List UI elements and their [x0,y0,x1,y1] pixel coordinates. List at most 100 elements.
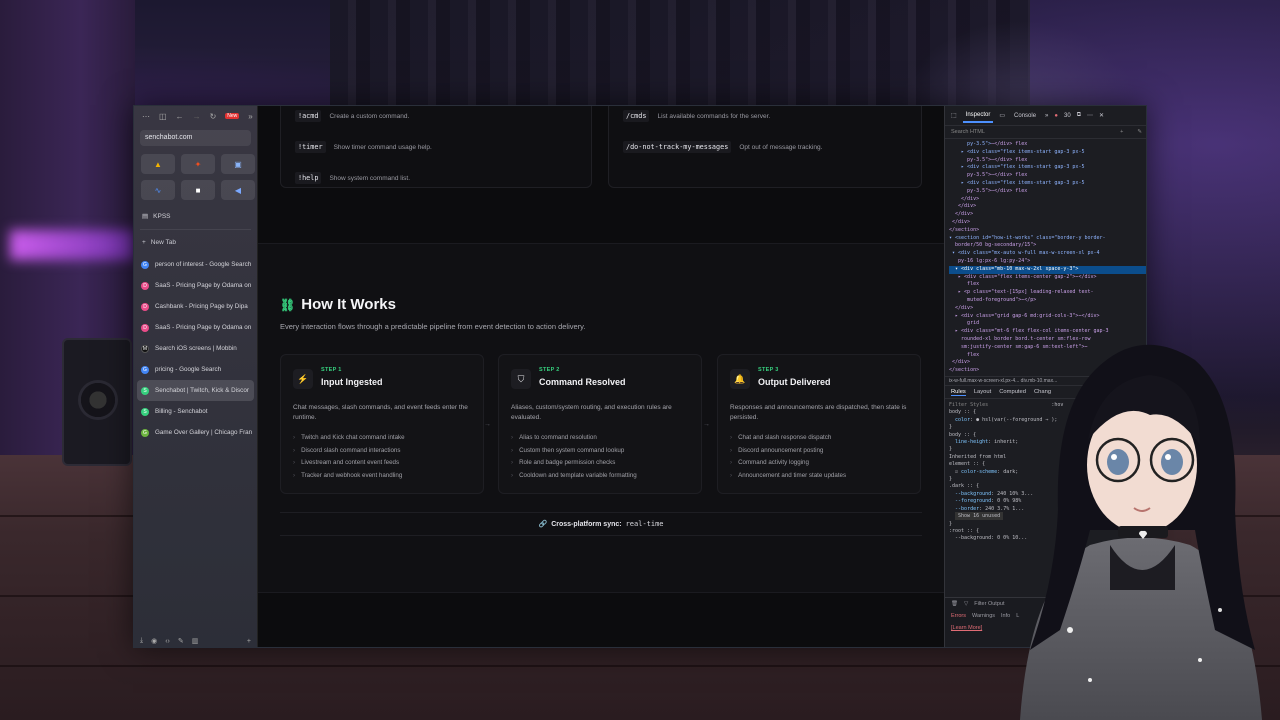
tab-item[interactable]: Gperson of interest - Google Search [134,254,257,275]
custom-commands-card: !acmd Create a custom command. !timer Sh… [280,106,592,188]
error-count[interactable]: 30 [1064,113,1071,119]
list-item: › Custom then system command lookup [511,446,625,454]
pinned-analytics-icon[interactable]: ∿ [141,180,175,200]
error-icon: ● [1054,112,1059,119]
tab-item[interactable]: G Game Over Gallery | Chicago Fran [134,422,257,443]
tab-favicon-icon: G [141,428,149,437]
tab-console[interactable]: Console [1011,110,1039,122]
tab-rules[interactable]: Rules [951,389,966,396]
pinned-messages-icon[interactable]: ▣ [221,154,255,174]
pinned-app-icon[interactable]: ◀ [221,180,255,200]
tab-item[interactable]: D SaaS - Pricing Page by Odama on [134,275,257,296]
tab-list: Gperson of interest - Google Search D Saa… [134,254,257,443]
devtools-toolbar: ⬚ Inspector ▭ Console » ● 30 ⧉ ⋯ ✕ [945,106,1146,126]
url-bar[interactable]: senchabot.com [140,130,251,146]
reload-icon[interactable]: ↻ [210,112,217,121]
filter-icon: ▽ [963,601,969,607]
back-icon[interactable]: ← [176,112,184,121]
step-card-command: ⛉ STEP 2 Command Resolved Aliases, custo… [498,354,702,494]
pinned-notion-icon[interactable]: ■ [181,180,215,200]
tab-errors[interactable]: Errors [951,613,966,619]
list-item: › Twitch and Kick chat command intake [293,434,405,441]
command-row: /do-not-track-my-messages Opt out of mes… [623,141,822,153]
library-icon[interactable]: ▥ [192,637,199,645]
command-row: !acmd Create a custom command. [295,110,409,122]
section-description: Every interaction flows through a predic… [280,322,586,331]
browser-window: ⋯ ◫ ← → ↻ New » senchabot.com ▲ ✦ ▣ ∿ ■ … [133,105,1147,648]
tab-favicon-icon: M [141,344,149,353]
command-code: /do-not-track-my-messages [623,141,732,153]
command-desc: Create a custom command. [329,112,410,120]
folder-icon: ▤ [142,213,149,220]
system-commands-card: /cmds List available commands for the se… [608,106,922,188]
tab-item[interactable]: D SaaS - Pricing Page by Odama on [134,317,257,338]
lightning-icon: ⚡ [293,369,313,389]
code-icon[interactable]: ‹› [165,638,170,645]
plus-icon: + [142,239,146,246]
step-card-input: ⚡ STEP 1 Input Ingested Chat messages, s… [280,354,484,494]
picker-icon[interactable]: ⬚ [951,112,957,119]
list-item: › Role and badge permission checks [511,459,616,467]
sync-value: real-time [625,520,664,528]
list-item: › Livestream and content event feeds [293,459,400,467]
sidebar-toggle-icon[interactable]: ◫ [159,112,167,121]
download-icon[interactable]: ⤓ [140,637,143,645]
html-search-input[interactable]: Search HTML + ✎ [945,126,1146,139]
streamer-avatar [1020,344,1262,720]
add-space-icon[interactable]: + [247,638,251,645]
step-tag: STEP 3 [758,367,779,373]
browser-sidebar: ⋯ ◫ ← → ↻ New » senchabot.com ▲ ✦ ▣ ∿ ■ … [134,106,258,647]
command-code: !acmd [295,110,322,122]
tab-layout[interactable]: Layout [974,389,991,395]
list-item: › Chat and slash response dispatch [730,434,832,441]
command-desc: Show system command list. [329,174,411,182]
gamepad-icon[interactable]: ◉ [151,637,157,645]
bell-icon: 🔔 [730,369,750,389]
dock-icon[interactable]: ⧉ [1077,112,1081,119]
close-icon[interactable]: ✕ [1099,112,1104,119]
sidebar-folder-kpss[interactable]: ▤ KPSS [142,212,249,221]
add-node-icon[interactable]: + [1120,129,1123,135]
menu-dots-icon[interactable]: ⋯ [142,112,150,121]
sidebar-divider [140,229,251,230]
command-desc: Show timer command usage help. [333,143,432,151]
trash-icon[interactable]: 🗑 [951,601,958,607]
tab-item-active[interactable]: S Senchabot | Twitch, Kick & Discor [137,380,254,401]
pick-icon[interactable]: ✎ [1137,129,1142,135]
list-item: › Discord announcement posting [730,446,824,454]
list-item: › Tracker and webhook event handling [293,472,403,480]
link-icon: 🔗 [538,521,548,528]
tab-warnings[interactable]: Warnings [972,613,995,619]
step-tag: STEP 2 [539,367,560,373]
step-name: Input Ingested [321,377,383,387]
wallpaper-figurines [900,20,1140,110]
tab-favicon-icon: S [141,407,149,416]
step-desc: Responses and announcements are dispatch… [730,404,907,422]
wallpaper-neon-light [10,230,135,260]
new-tab-button[interactable]: + New Tab [142,239,249,246]
list-item: › Cooldown and template variable formatti… [511,472,637,480]
tab-inspector[interactable]: Inspector [962,109,994,123]
step-name: Command Resolved [539,377,626,387]
step-list: › Alias to command resolution › Custom the… [511,434,637,485]
command-desc: Opt out of message tracking. [739,143,823,151]
more-tabs-icon[interactable]: » [1045,113,1048,119]
tab-item[interactable]: Gpricing - Google Search [134,359,257,380]
pinned-drive-icon[interactable]: ▲ [141,154,175,174]
command-row: !help Show system command list. [295,172,410,184]
step-list: › Chat and slash response dispatch › Disco… [730,434,846,485]
wallpaper-speaker [62,338,132,466]
learn-more-link[interactable]: [Learn More] [951,625,982,631]
new-badge[interactable]: New [225,113,240,119]
options-icon[interactable]: ⋯ [1087,112,1093,119]
forward-icon[interactable]: → [193,112,201,121]
tab-favicon-icon: D [141,281,149,290]
command-code: !timer [295,141,326,153]
tab-item[interactable]: S Billing - Senchabot [134,401,257,422]
tab-item[interactable]: D Cashbank - Pricing Page by Dipa [134,296,257,317]
list-item: › Command activity logging [730,459,809,467]
pinned-figma-icon[interactable]: ✦ [181,154,215,174]
tools-icon[interactable]: ✎ [178,637,184,645]
expand-icon[interactable]: » [248,112,252,121]
tab-item[interactable]: M Search iOS screens | Mobbin [134,338,257,359]
